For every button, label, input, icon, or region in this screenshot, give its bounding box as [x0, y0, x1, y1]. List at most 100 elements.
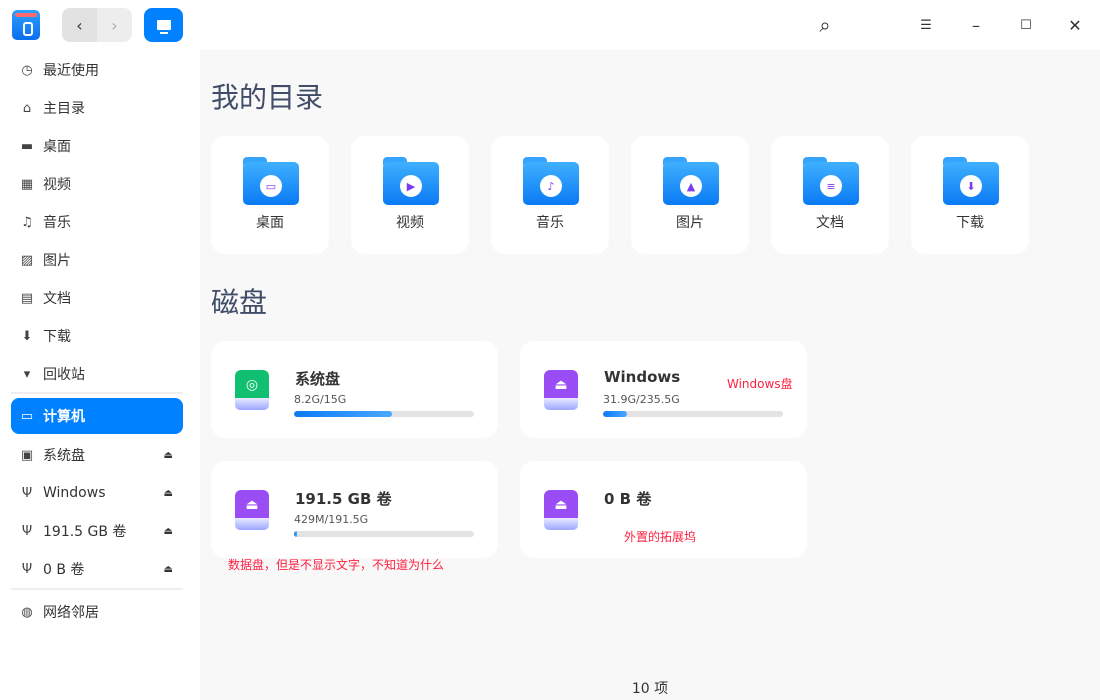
- eject-icon[interactable]: ⏏: [164, 526, 173, 537]
- sidebar-item[interactable]: ♫ 音乐: [11, 204, 183, 240]
- usb-icon: Ψ: [21, 561, 33, 577]
- home-icon: ⌂: [22, 100, 32, 116]
- sidebar-item[interactable]: Ψ 191.5 GB 卷 ⏏: [11, 513, 183, 549]
- annotation-windows: Windows盘: [727, 377, 793, 391]
- sidebar-item[interactable]: Ψ Windows ⏏: [11, 475, 183, 511]
- clock-icon: ◷: [21, 62, 33, 78]
- my-directories-title: 我的目录: [211, 81, 324, 114]
- sidebar-item-label: 回收站: [43, 367, 85, 383]
- usb-icon: Ψ: [21, 523, 33, 539]
- picture-icon: ▨: [20, 252, 34, 268]
- folder-card[interactable]: ▲ 图片: [631, 136, 749, 254]
- disk-name: 191.5 GB 卷: [295, 490, 392, 508]
- disk-usage-bar: [294, 531, 474, 537]
- sidebar-item[interactable]: ▾ 回收站: [11, 356, 183, 392]
- folder-card[interactable]: ⬇ 下载: [911, 136, 1029, 254]
- sidebar-item-label: 视频: [43, 177, 71, 193]
- folder-card[interactable]: ▶ 视频: [351, 136, 469, 254]
- titlebar: ‹ › ⌕ ☰ – ☐ ✕: [0, 0, 1100, 50]
- sidebar-item[interactable]: ▦ 视频: [11, 166, 183, 202]
- folder-icon: ⬇: [943, 157, 999, 205]
- sidebar-item[interactable]: ◷ 最近使用: [11, 52, 183, 88]
- disk-usage-text: 429M/191.5G: [294, 513, 369, 526]
- sidebar-item-label: 文档: [43, 291, 71, 307]
- sidebar-item-label: 桌面: [43, 139, 71, 155]
- download-icon: ⬇: [21, 328, 33, 344]
- sidebar-item[interactable]: ⬇ 下载: [11, 318, 183, 354]
- sidebar-item-label: Windows: [43, 485, 106, 501]
- document-icon: ▤: [20, 290, 34, 306]
- sidebar-item[interactable]: ▬ 桌面: [11, 128, 183, 164]
- sidebar-item-label: 下载: [43, 329, 71, 345]
- close-icon[interactable]: ✕: [1062, 12, 1088, 38]
- folder-label: 桌面: [256, 215, 284, 231]
- folder-card[interactable]: ♪ 音乐: [491, 136, 609, 254]
- sidebar-item-label: 0 B 卷: [43, 562, 85, 578]
- network-icon: ◍: [21, 604, 33, 620]
- maximize-icon[interactable]: ☐: [1013, 12, 1039, 38]
- sidebar-item-label: 系统盘: [43, 448, 85, 464]
- main-content: 我的目录 ▭ 桌面 ▶ 视频 ♪ 音乐 ▲ 图片 ≡ 文档 ⬇ 下载 磁盘 ◎ 系统盘 8.2G/15G ⏏…: [200, 50, 1100, 700]
- disk-card[interactable]: ◎ 系统盘 8.2G/15G: [211, 341, 498, 438]
- sidebar-item[interactable]: ▨ 图片: [11, 242, 183, 278]
- sidebar-item-label: 音乐: [43, 215, 71, 231]
- computer-view-button[interactable]: [144, 8, 183, 42]
- forward-button[interactable]: ›: [97, 8, 132, 42]
- folder-icon: ▭: [243, 157, 299, 205]
- sidebar-item-label: 主目录: [43, 101, 85, 117]
- app-logo-icon: [12, 10, 40, 40]
- drive-icon: ⏏: [544, 490, 578, 531]
- back-button[interactable]: ‹: [62, 8, 97, 42]
- disk-usage-text: 8.2G/15G: [294, 393, 347, 406]
- annotation-external-dock: 外置的拓展坞: [624, 530, 697, 544]
- disk-usage-bar: [603, 411, 783, 417]
- navigation-buttons: ‹ ›: [62, 8, 132, 42]
- folder-icon: ♪: [523, 157, 579, 205]
- folder-label: 文档: [816, 215, 844, 231]
- folder-icon: ≡: [803, 157, 859, 205]
- search-icon[interactable]: ⌕: [812, 12, 838, 38]
- disk-icon: ▣: [20, 447, 34, 463]
- video-icon: ▦: [20, 176, 34, 192]
- drive-icon: ◎: [235, 370, 269, 411]
- item-count: 10 项: [631, 681, 669, 697]
- sidebar-divider: [11, 588, 183, 590]
- folder-card[interactable]: ≡ 文档: [771, 136, 889, 254]
- eject-icon[interactable]: ⏏: [164, 450, 173, 461]
- drive-icon: ⏏: [544, 370, 578, 411]
- folder-icon: ▲: [663, 157, 719, 205]
- sidebar-divider: [11, 392, 183, 394]
- sidebar-item-label: 最近使用: [43, 63, 99, 79]
- sidebar-item[interactable]: ▤ 文档: [11, 280, 183, 316]
- sidebar-item-label: 网络邻居: [43, 605, 99, 621]
- folder-label: 下载: [956, 215, 984, 231]
- sidebar-item[interactable]: ⌂ 主目录: [11, 90, 183, 126]
- sidebar-item-label: 计算机: [43, 409, 85, 425]
- music-icon: ♫: [21, 214, 33, 230]
- desktop-icon: ▬: [20, 138, 34, 154]
- folder-label: 音乐: [536, 215, 564, 231]
- drive-icon: ⏏: [235, 490, 269, 531]
- folder-card[interactable]: ▭ 桌面: [211, 136, 329, 254]
- disk-name: 0 B 卷: [604, 490, 652, 508]
- folder-icon: ▶: [383, 157, 439, 205]
- minimize-icon[interactable]: –: [963, 12, 989, 38]
- menu-icon[interactable]: ☰: [913, 12, 939, 38]
- disk-usage-text: 31.9G/235.5G: [603, 393, 680, 406]
- sidebar-item-label: 191.5 GB 卷: [43, 524, 127, 540]
- usb-icon: Ψ: [21, 485, 33, 501]
- sidebar-item[interactable]: ◍ 网络邻居: [11, 594, 183, 630]
- annotation-data-disk: 数据盘，但是不显示文字，不知道为什么: [228, 558, 445, 572]
- sidebar-item[interactable]: ▭ 计算机: [11, 398, 183, 434]
- folder-label: 视频: [396, 215, 424, 231]
- disk-usage-bar: [294, 411, 474, 417]
- eject-icon[interactable]: ⏏: [164, 488, 173, 499]
- disk-name: Windows: [604, 368, 681, 386]
- trash-icon: ▾: [23, 366, 31, 382]
- sidebar-item[interactable]: Ψ 0 B 卷 ⏏: [11, 551, 183, 587]
- disk-card[interactable]: ⏏ 191.5 GB 卷 429M/191.5G: [211, 461, 498, 558]
- sidebar-item[interactable]: ▣ 系统盘 ⏏: [11, 437, 183, 473]
- folder-label: 图片: [676, 215, 704, 231]
- disk-name: 系统盘: [295, 370, 341, 388]
- eject-icon[interactable]: ⏏: [164, 564, 173, 575]
